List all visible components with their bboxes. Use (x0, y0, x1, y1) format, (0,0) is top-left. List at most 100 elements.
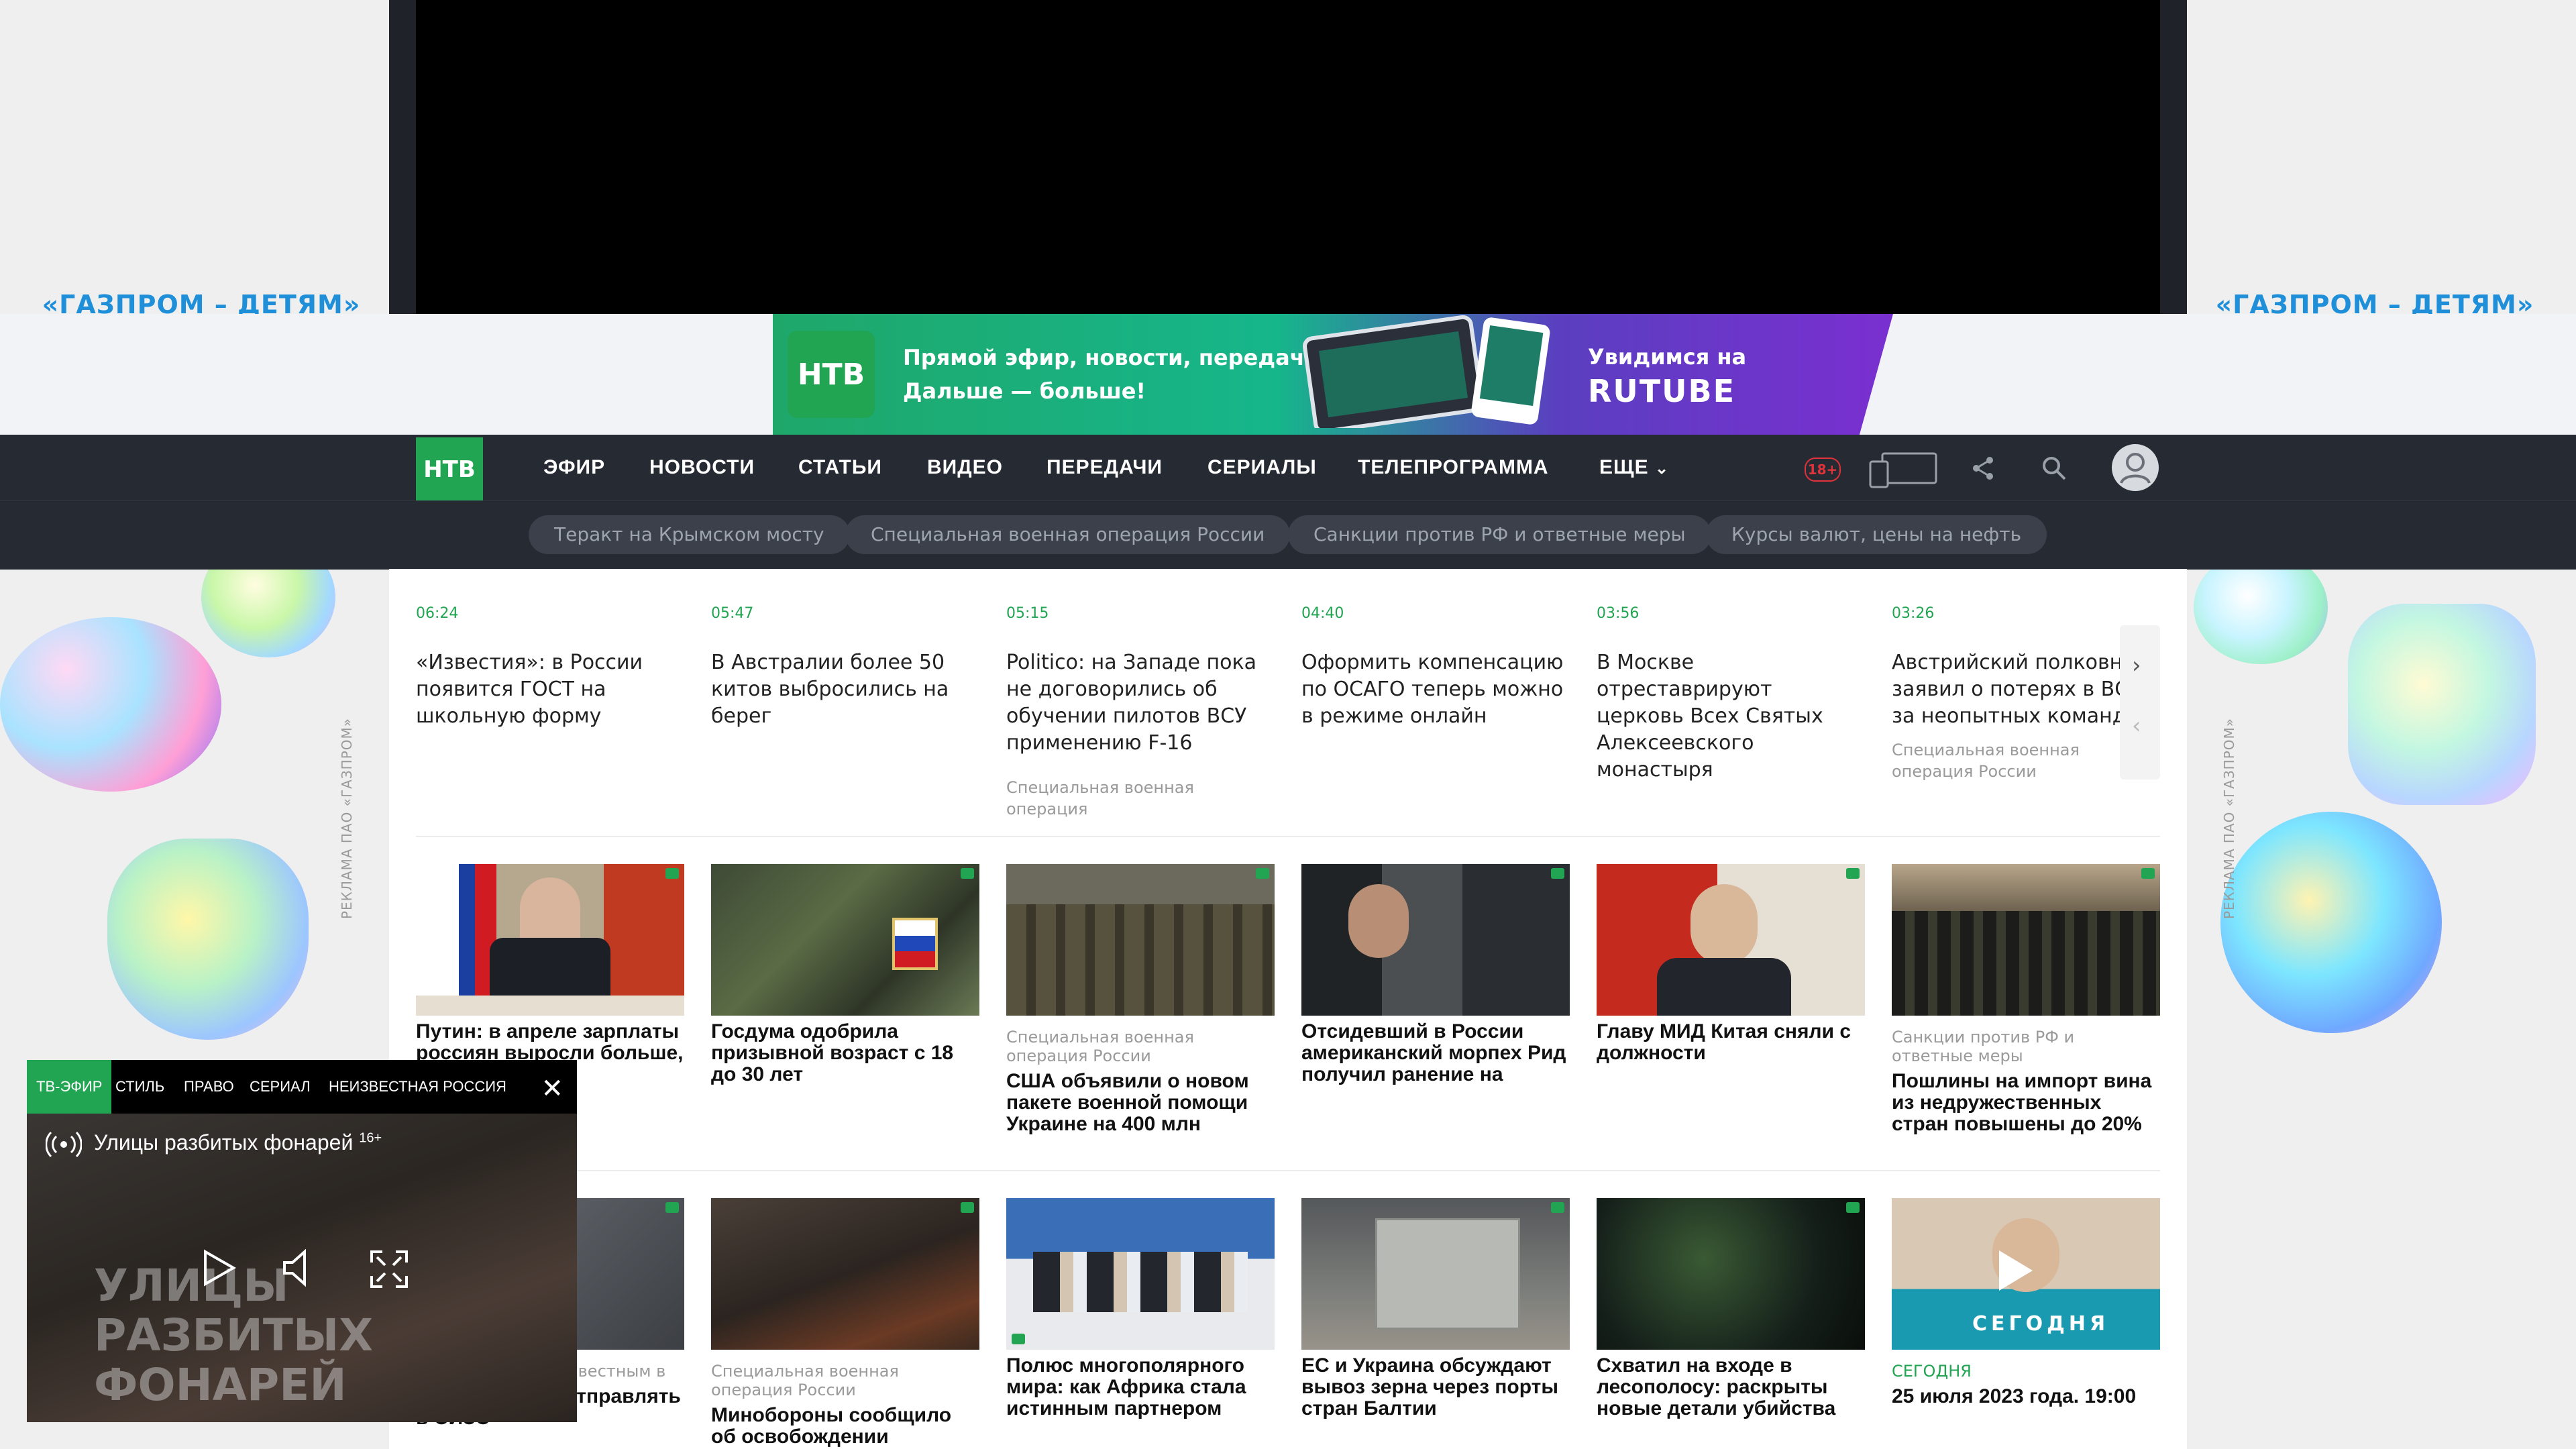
mini-age-rating: 16+ (359, 1130, 382, 1146)
feed-rubric[interactable]: Специальная военная операция (1006, 777, 1275, 820)
card-title[interactable]: Полюс многополярного мира: как Африка ст… (1006, 1355, 1275, 1419)
news-card[interactable]: Полюс многополярного мира: как Африка ст… (1006, 1198, 1275, 1419)
nav-item-shows[interactable]: ПЕРЕДАЧИ (1046, 456, 1163, 479)
card-rubric[interactable]: СЕГОДНЯ (1892, 1362, 2160, 1381)
card-image[interactable] (416, 864, 684, 1016)
card-image[interactable] (1597, 1198, 1865, 1350)
search-icon[interactable] (2041, 455, 2068, 482)
fullscreen-icon[interactable] (369, 1249, 409, 1289)
ntv-badge-icon (1846, 1202, 1860, 1213)
card-image[interactable] (711, 1198, 979, 1350)
top-video-frame (389, 0, 2187, 314)
feed-item[interactable]: 05:15 Politico: на Западе пока не догово… (1006, 605, 1275, 820)
feed-title[interactable]: В Москве отреставрируют церковь Всех Свя… (1597, 649, 1865, 784)
card-title[interactable]: 25 июля 2023 года. 19:00 (1892, 1386, 2160, 1407)
feed-item[interactable]: 05:47 В Австралии более 50 китов выброси… (711, 605, 979, 730)
feed-title[interactable]: Politico: на Западе пока не договорились… (1006, 649, 1275, 757)
nav-item-tv-guide[interactable]: ТЕЛЕПРОГРАММА (1358, 456, 1549, 479)
card-title[interactable]: Пошлины на импорт вина из недружественны… (1892, 1071, 2160, 1135)
card-image[interactable] (711, 864, 979, 1016)
card-image[interactable] (1597, 864, 1865, 1016)
tv-devices-icon[interactable] (1869, 451, 1939, 488)
tab-style[interactable]: СТИЛЬ (106, 1060, 174, 1114)
banner-line-2: Дальше — больше! (903, 378, 1146, 404)
chevron-right-icon[interactable]: › (2132, 652, 2141, 679)
card-image[interactable] (1006, 1198, 1275, 1350)
card-image[interactable]: СЕГОДНЯ (1892, 1198, 2160, 1350)
tab-unknown-russia[interactable]: НЕИЗВЕСТНАЯ РОССИЯ (319, 1060, 516, 1114)
promo-banner[interactable]: НТВ Прямой эфир, новости, передачи. Даль… (0, 314, 2576, 435)
feed-title-line: заявил о потерях в ВСУ (1892, 678, 2120, 701)
feed-title[interactable]: «Известия»: в России появится ГОСТ на шк… (416, 649, 684, 730)
card-title[interactable]: Главу МИД Китая сняли с должности (1597, 1021, 1865, 1064)
play-icon[interactable] (203, 1249, 236, 1287)
feed-title[interactable]: Австрийский полковник заявил о потерях в… (1892, 649, 2120, 730)
feed-item[interactable]: 06:24 «Известия»: в России появится ГОСТ… (416, 605, 684, 730)
card-title[interactable]: ЕС и Украина обсуждают вывоз зерна через… (1301, 1355, 1570, 1419)
feed-title[interactable]: Оформить компенсацию по ОСАГО теперь мож… (1301, 649, 1570, 730)
card-image[interactable] (1892, 864, 2160, 1016)
news-card[interactable]: Специальная военная операция России Мино… (711, 1198, 979, 1448)
tag-special-operation[interactable]: Специальная военная операция России (845, 515, 1291, 554)
tag-crimean-bridge[interactable]: Теракт на Крымском мосту (529, 515, 850, 554)
feed-rubric[interactable]: Специальная военная операция России (1892, 739, 2120, 782)
ad-side-right[interactable]: «ГАЗПРОМ – ДЕТЯМ» РЕКЛАМА ПАО «ГАЗПРОМ» (2187, 0, 2576, 1449)
chevron-left-icon[interactable]: ‹ (2132, 712, 2141, 739)
nav-item-video[interactable]: ВИДЕО (927, 456, 1003, 479)
nav-item-articles[interactable]: СТАТЬИ (798, 456, 882, 479)
card-image[interactable] (1301, 864, 1570, 1016)
news-card[interactable]: Специальная военная операция России США … (1006, 864, 1275, 1135)
news-card[interactable]: Санкции против РФ и ответные меры Пошлин… (1892, 864, 2160, 1135)
user-icon[interactable] (2112, 444, 2159, 491)
news-card[interactable]: Путин: в апреле зарплаты россиян выросли… (416, 864, 684, 1085)
ntv-badge-icon (2141, 868, 2155, 879)
card-rubric[interactable]: Санкции против РФ и ответные меры (1892, 1028, 2160, 1065)
mini-player[interactable]: ТВ-ЭФИР СТИЛЬ ПРАВО СЕРИАЛ НЕИЗВЕСТНАЯ Р… (27, 1060, 577, 1422)
flag-patch (892, 918, 938, 970)
skate-decoration (2348, 604, 2536, 805)
card-image[interactable] (1301, 1198, 1570, 1350)
ntv-badge-icon (1551, 868, 1564, 879)
background-wall (1892, 864, 2160, 911)
top-video-player[interactable] (416, 0, 2160, 314)
news-card[interactable]: Схватил на входе в лесополосу: раскрыты … (1597, 1198, 1865, 1419)
person-suit (1657, 958, 1791, 1016)
news-card[interactable]: Отсидевший в России американский морпех … (1301, 864, 1570, 1085)
feed-title[interactable]: В Австралии более 50 китов выбросились н… (711, 649, 979, 730)
card-image[interactable] (1006, 864, 1275, 1016)
play-icon[interactable] (1999, 1250, 2033, 1291)
card-title[interactable]: Схватил на входе в лесополосу: раскрыты … (1597, 1355, 1865, 1419)
card-title[interactable]: Отсидевший в России американский морпех … (1301, 1021, 1570, 1085)
tag-sanctions[interactable]: Санкции против РФ и ответные меры (1288, 515, 1711, 554)
ntv-badge-icon (665, 868, 679, 879)
card-rubric[interactable]: Специальная военная операция России (1006, 1028, 1275, 1065)
nav-item-series[interactable]: СЕРИАЛЫ (1208, 456, 1317, 479)
news-card[interactable]: СЕГОДНЯ СЕГОДНЯ 25 июля 2023 года. 19:00 (1892, 1198, 2160, 1407)
nav-item-efir[interactable]: ЭФИР (543, 456, 605, 479)
mini-player-tabs: ТВ-ЭФИР СТИЛЬ ПРАВО СЕРИАЛ НЕИЗВЕСТНАЯ Р… (27, 1060, 577, 1114)
tag-currency[interactable]: Курсы валют, цены на нефть (1706, 515, 2047, 554)
share-icon[interactable] (1970, 455, 1996, 482)
chevron-down-icon: ⌄ (1654, 460, 1670, 478)
feed-item[interactable]: 03:56 В Москве отреставрируют церковь Вс… (1597, 605, 1865, 784)
news-card[interactable]: Госдума одобрила призывной возраст с 18 … (711, 864, 979, 1085)
tab-tv-efir[interactable]: ТВ-ЭФИР (27, 1060, 112, 1114)
news-card[interactable]: Главу МИД Китая сняли с должности (1597, 864, 1865, 1064)
nav-item-news[interactable]: НОВОСТИ (649, 456, 755, 479)
card-title[interactable]: Госдума одобрила призывной возраст с 18 … (711, 1021, 979, 1085)
card-title[interactable]: США объявили о новом пакете военной помо… (1006, 1071, 1275, 1135)
feed-item[interactable]: 04:40 Оформить компенсацию по ОСАГО тепе… (1301, 605, 1570, 730)
volume-icon[interactable] (282, 1249, 315, 1287)
nav-item-more[interactable]: ЕЩЕ ⌄ (1599, 456, 1669, 479)
card-title[interactable]: Минобороны сообщило об освобождении (711, 1405, 979, 1448)
tab-law[interactable]: ПРАВО (174, 1060, 244, 1114)
news-card[interactable]: ЕС и Украина обсуждают вывоз зерна через… (1301, 1198, 1570, 1419)
feed-item[interactable]: 03:26 Австрийский полковник заявил о пот… (1892, 605, 2120, 820)
live-broadcast-icon (46, 1131, 82, 1158)
close-icon[interactable]: ✕ (541, 1073, 564, 1104)
card-rubric[interactable]: Специальная военная операция России (711, 1362, 979, 1399)
tab-series[interactable]: СЕРИАЛ (240, 1060, 320, 1114)
rutube-promo[interactable]: НТВ Прямой эфир, новости, передачи. Даль… (773, 314, 1893, 435)
feed-time: 05:15 (1006, 605, 1049, 622)
ntv-logo[interactable]: НТВ (416, 437, 483, 502)
